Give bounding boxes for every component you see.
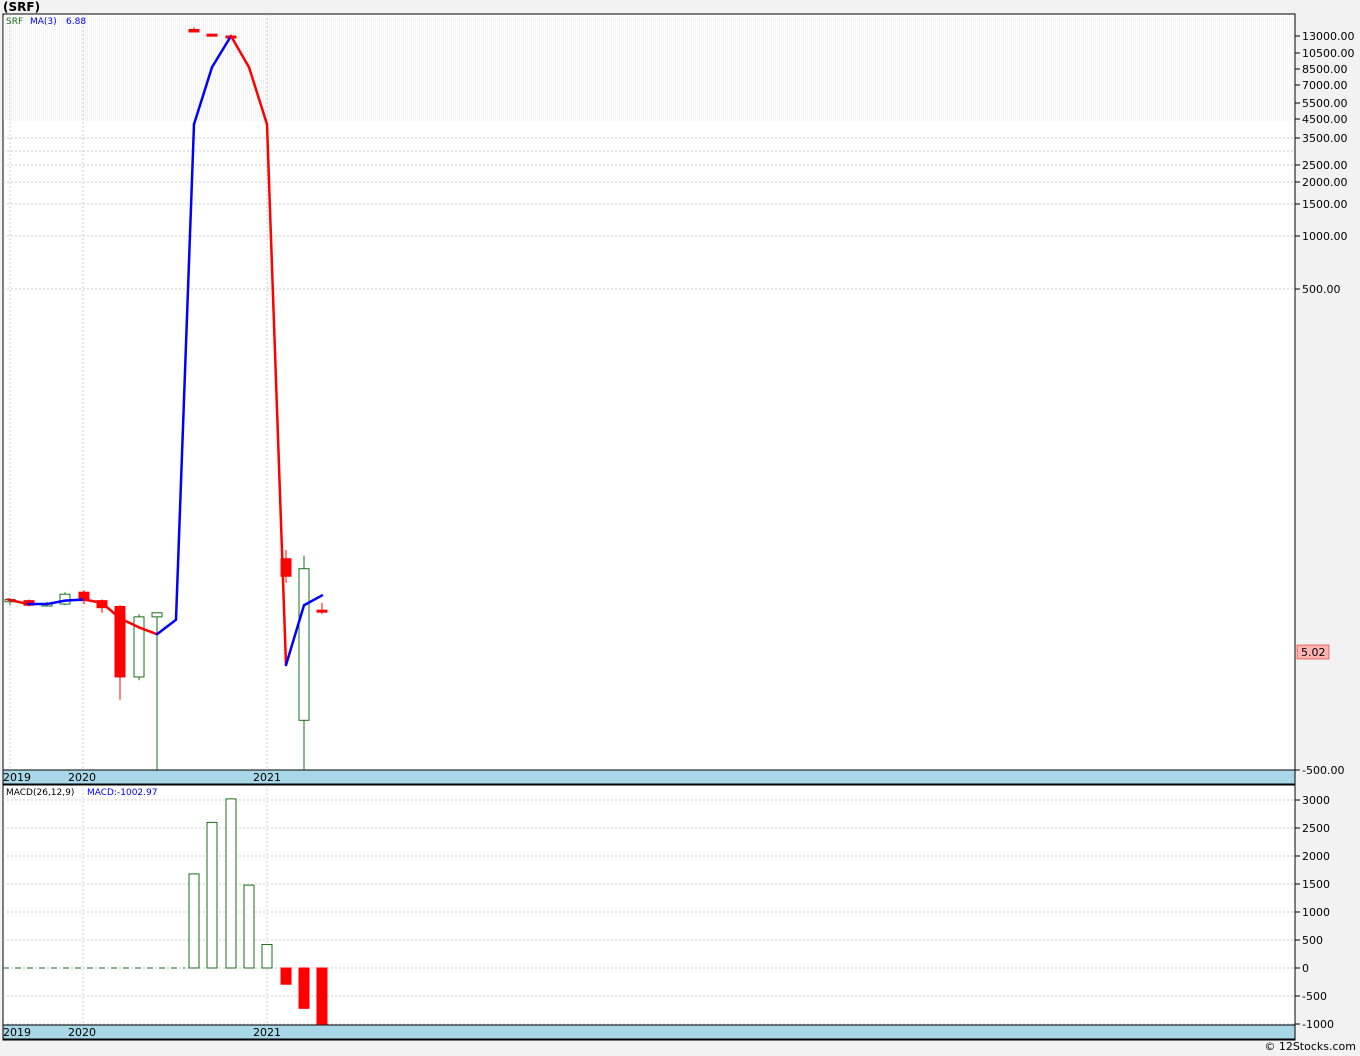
macd-bar bbox=[261, 943, 273, 969]
price-y-tick-label: 1500.00 bbox=[1302, 198, 1348, 211]
price-y-tick-label: 500.00 bbox=[1302, 283, 1341, 296]
price-year-band bbox=[2, 769, 1296, 785]
macd-legend: MACD(26,12,9) bbox=[6, 788, 74, 798]
ma-value-legend: 6.88 bbox=[66, 17, 86, 27]
chart-canvas: 13000.00 10500.00 8500.00 7000.00 5500.00 450… bbox=[2, 13, 1355, 1041]
macd-bar bbox=[298, 967, 310, 1009]
price-y-tick-label: 2500.00 bbox=[1302, 159, 1348, 172]
price-y-tick-label: -500.00 bbox=[1302, 764, 1344, 777]
price-y-tick-label: 4500.00 bbox=[1302, 113, 1348, 126]
macd-y-tick-label: 500 bbox=[1302, 934, 1323, 947]
macd-year-band bbox=[2, 1024, 1296, 1040]
candle-body bbox=[316, 609, 328, 613]
price-y-tick-label: 13000.00 bbox=[1302, 30, 1355, 43]
macd-bar bbox=[280, 967, 292, 985]
price-y-tick-label: 8500.00 bbox=[1302, 63, 1348, 76]
macd-y-tick-label: 2000 bbox=[1302, 850, 1330, 863]
year-label: 2019 bbox=[3, 1026, 31, 1039]
candle-body bbox=[298, 568, 310, 721]
macd-bar bbox=[225, 798, 237, 969]
price-y-tick-label: 2000.00 bbox=[1302, 176, 1348, 189]
macd-bar bbox=[243, 884, 255, 969]
macd-y-tick-label: 0 bbox=[1302, 962, 1309, 975]
macd-y-tick-label: -500 bbox=[1302, 990, 1327, 1003]
year-label: 2021 bbox=[253, 1026, 281, 1039]
macd-bar bbox=[206, 821, 218, 969]
macd-y-tick-label: 2500 bbox=[1302, 822, 1330, 835]
macd-bar bbox=[316, 967, 328, 1025]
candle-body bbox=[206, 33, 218, 37]
candle-body bbox=[188, 28, 200, 33]
price-y-tick-label: 3500.00 bbox=[1302, 132, 1348, 145]
candle-body bbox=[59, 593, 71, 605]
macd-y-tick-label: 1500 bbox=[1302, 878, 1330, 891]
macd-bar bbox=[188, 873, 200, 969]
macd-value-legend: MACD:-1002.97 bbox=[87, 788, 157, 798]
price-y-tick-label: 10500.00 bbox=[1302, 47, 1355, 60]
macd-y-tick-label: -1000 bbox=[1302, 1018, 1334, 1031]
last-price-label: 5.02 bbox=[1301, 646, 1326, 659]
macd-y-axis: 3000 2500 2000 1500 1000 500 0 -500 -1000 bbox=[1295, 794, 1334, 1031]
candle-body bbox=[151, 612, 163, 618]
price-y-tick-label: 7000.00 bbox=[1302, 79, 1348, 92]
macd-y-tick-label: 3000 bbox=[1302, 794, 1330, 807]
macd-y-tick-label: 1000 bbox=[1302, 906, 1330, 919]
symbol-legend: SRF bbox=[6, 17, 23, 27]
price-y-tick-label: 1000.00 bbox=[1302, 230, 1348, 243]
ma-legend: MA(3) bbox=[30, 17, 57, 27]
year-label: 2020 bbox=[68, 771, 96, 784]
year-label: 2021 bbox=[253, 771, 281, 784]
year-label: 2020 bbox=[68, 1026, 96, 1039]
price-plot-area bbox=[2, 13, 1296, 785]
price-y-tick-label: 5500.00 bbox=[1302, 97, 1348, 110]
price-y-axis: 13000.00 10500.00 8500.00 7000.00 5500.00 450… bbox=[1295, 30, 1355, 777]
ma-segment bbox=[63, 598, 86, 602]
year-label: 2019 bbox=[3, 771, 31, 784]
